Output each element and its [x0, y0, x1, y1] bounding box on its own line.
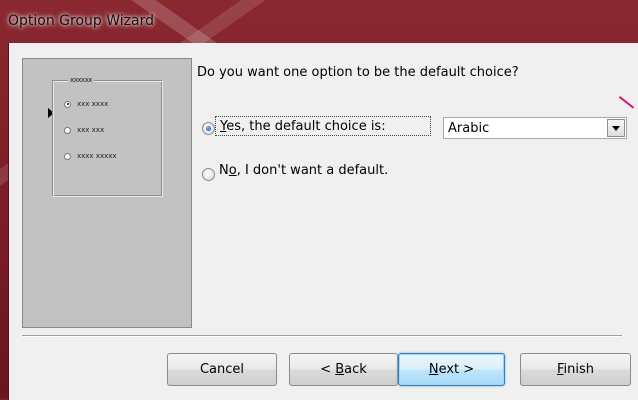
button-divider [22, 335, 622, 337]
finish-button[interactable]: Finish [520, 353, 631, 386]
preview-option-label: xxxx xxxxx [77, 152, 117, 160]
window-title: Option Group Wizard [8, 13, 154, 29]
preview-radio-icon [64, 126, 71, 134]
no-default-radio[interactable] [202, 168, 215, 181]
yes-label-text: es, the default choice is: [226, 119, 386, 134]
yes-default-radio[interactable] [202, 122, 215, 135]
next-mnemonic: N [428, 362, 439, 377]
preview-option-label: xxx xxxx [77, 100, 109, 108]
preview-radio-icon [64, 152, 71, 160]
next-button[interactable]: Next > [398, 353, 505, 386]
back-prefix: < [320, 362, 336, 377]
next-label-text: ext > [438, 362, 475, 377]
cancel-button[interactable]: Cancel [167, 353, 277, 386]
option-group-preview: xxxxxx xxx xxxx xxx xxx xxxx xxxxx [22, 58, 192, 328]
back-label-text: ack [344, 362, 367, 377]
preview-option: xxx xxx [64, 126, 104, 134]
chevron-down-icon [612, 126, 620, 131]
preview-option: xxxx xxxxx [64, 152, 117, 160]
default-choice-value: Arabic [448, 121, 490, 136]
back-button[interactable]: < Back [289, 353, 398, 386]
title-bar[interactable]: Option Group Wizard [0, 0, 638, 44]
preview-option: xxx xxxx [64, 100, 108, 108]
yes-default-label[interactable]: Yes, the default choice is: [215, 116, 431, 136]
wizard-client-area: xxxxxx xxx xxxx xxx xxx xxxx xxxxx Do yo… [8, 43, 638, 400]
default-choice-question: Do you want one option to be the default… [197, 65, 519, 80]
no-default-label[interactable]: No, I don't want a default. [219, 163, 388, 178]
no-label-prefix: N [219, 163, 229, 178]
default-choice-combobox[interactable]: Arabic [443, 117, 627, 139]
preview-group-label: xxxxxx [68, 76, 94, 84]
dropdown-button[interactable] [607, 119, 625, 137]
finish-label-text: inish [563, 362, 595, 377]
preview-option-group: xxxxxx xxx xxxx xxx xxx xxxx xxxxx [53, 76, 163, 197]
no-mnemonic: o [228, 163, 237, 178]
preview-option-label: xxx xxx [77, 126, 105, 134]
back-mnemonic: B [335, 362, 345, 377]
no-label-text: , I don't want a default. [236, 163, 389, 178]
preview-radio-icon [64, 100, 71, 108]
